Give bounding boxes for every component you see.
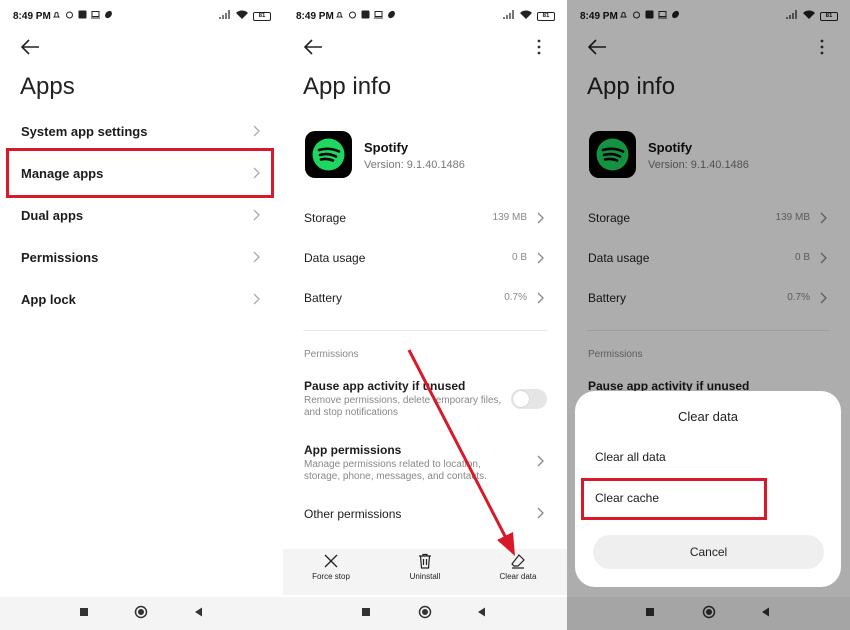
- back-triangle-icon[interactable]: [475, 605, 489, 619]
- status-time: 8:49 PM: [296, 11, 334, 22]
- menu-item-label: App lock: [21, 292, 76, 307]
- more-options-icon[interactable]: [536, 39, 542, 55]
- menu-item-system-app-settings[interactable]: System app settings: [21, 117, 261, 145]
- app-info-screen: 8:49 PM 81 App info Spotify Version: 9.1…: [283, 0, 567, 630]
- highlight-box-manage-apps: [6, 148, 274, 198]
- page-title: App info: [303, 73, 392, 100]
- chevron-right-icon: [253, 251, 260, 263]
- app-version: Version: 9.1.40.1486: [364, 159, 465, 171]
- home-circle-icon[interactable]: [134, 605, 148, 619]
- back-arrow-icon[interactable]: [302, 37, 324, 57]
- clear-data-label: Clear data: [499, 572, 537, 581]
- red-pointer-arrow-icon: [407, 349, 515, 556]
- signal-icon: [503, 10, 515, 22]
- system-icons: 81: [503, 10, 555, 22]
- dialog-title: Clear data: [678, 409, 738, 424]
- row-value: 0 B: [511, 252, 527, 263]
- row-storage[interactable]: Storage 139 MB: [304, 204, 545, 232]
- menu-item-label: Permissions: [21, 250, 99, 265]
- chevron-right-icon: [253, 209, 260, 221]
- clear-all-data-option[interactable]: Clear all data: [595, 450, 666, 464]
- recents-square-icon[interactable]: [359, 605, 373, 619]
- spotify-logo-icon: [305, 131, 352, 178]
- laptop-icon: [374, 10, 383, 19]
- highlight-box-clear-cache: [581, 478, 767, 520]
- laptop-icon: [91, 10, 100, 19]
- linkedin-icon: [78, 10, 87, 19]
- system-icons: 81: [219, 10, 271, 22]
- chevron-right-icon: [253, 293, 260, 305]
- uninstall-label: Uninstall: [409, 572, 441, 581]
- menu-item-label: Dual apps: [21, 208, 84, 223]
- back-triangle-icon[interactable]: [192, 605, 206, 619]
- cancel-button[interactable]: Cancel: [593, 535, 824, 569]
- status-time: 8:49 PM: [13, 11, 51, 22]
- battery-icon: 81: [537, 11, 555, 21]
- status-bar: 8:49 PM 81: [0, 0, 283, 32]
- page-title: Apps: [20, 73, 75, 100]
- bell-off-icon: [52, 10, 61, 19]
- chevron-right-icon: [537, 292, 544, 304]
- force-stop-button[interactable]: Force stop: [296, 553, 366, 581]
- row-value: 139 MB: [492, 212, 527, 223]
- home-circle-icon[interactable]: [418, 605, 432, 619]
- nav-bar: [0, 597, 283, 630]
- menu-item-app-lock[interactable]: App lock: [21, 285, 261, 313]
- chevron-right-icon: [537, 507, 544, 519]
- row-label: Storage: [304, 211, 347, 225]
- row-data-usage[interactable]: Data usage 0 B: [304, 244, 545, 272]
- notification-icons: [335, 10, 396, 19]
- signal-icon: [219, 10, 231, 22]
- chevron-right-icon: [537, 455, 544, 467]
- close-x-icon: [324, 554, 338, 568]
- recents-square-icon[interactable]: [77, 605, 91, 619]
- section-divider: [303, 330, 547, 331]
- battery-icon: 81: [253, 11, 271, 21]
- clear-data-dialog: Clear data Clear all data Clear cache Ca…: [575, 391, 841, 587]
- status-bar: 8:49 PM 81: [283, 0, 567, 32]
- apps-screen: 8:49 PM 81 Apps System app settings Mana…: [0, 0, 283, 630]
- chevron-right-icon: [537, 212, 544, 224]
- row-label: Battery: [304, 291, 343, 305]
- leaf-icon: [387, 10, 396, 19]
- chevron-right-icon: [253, 125, 260, 137]
- clear-data-dialog-screen: 8:49 PM 81 App info Spotify Version: 9.1…: [567, 0, 850, 630]
- chevron-right-icon: [537, 252, 544, 264]
- nav-bar: [283, 597, 567, 630]
- permissions-section-header: Permissions: [304, 349, 359, 360]
- row-value: 0.7%: [504, 292, 527, 303]
- linkedin-icon: [361, 10, 370, 19]
- wifi-icon: [236, 10, 248, 22]
- menu-item-label: System app settings: [21, 124, 148, 139]
- row-label: Data usage: [304, 251, 366, 265]
- back-arrow-icon[interactable]: [19, 37, 41, 57]
- menu-item-permissions[interactable]: Permissions: [21, 243, 261, 271]
- bell-off-icon: [335, 10, 344, 19]
- alarm-icon: [348, 10, 357, 19]
- app-name: Spotify: [364, 140, 409, 155]
- leaf-icon: [104, 10, 113, 19]
- notification-icons: [52, 10, 113, 19]
- force-stop-label: Force stop: [312, 572, 350, 581]
- row-battery[interactable]: Battery 0.7%: [304, 284, 545, 312]
- menu-item-dual-apps[interactable]: Dual apps: [21, 201, 261, 229]
- wifi-icon: [520, 10, 532, 22]
- alarm-icon: [65, 10, 74, 19]
